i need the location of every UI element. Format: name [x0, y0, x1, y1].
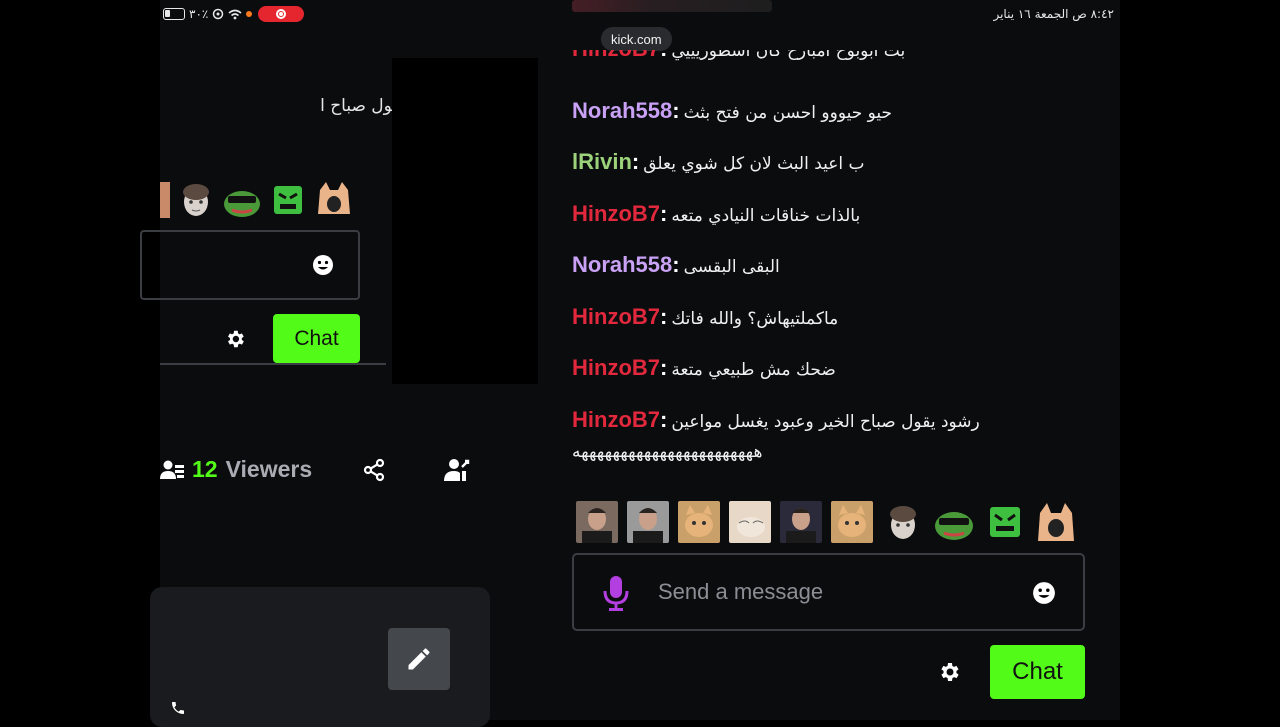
chat-username[interactable]: Norah558 — [572, 252, 672, 278]
status-datetime: ٨:٤٢ ص الجمعة ١٦ يناير — [993, 7, 1114, 21]
chat-message-text: البقى البقسى — [683, 257, 780, 277]
divider — [160, 363, 386, 365]
status-left: ٣٠٪ — [163, 7, 253, 21]
chat-colon: : — [660, 304, 668, 329]
microphone-icon[interactable] — [602, 575, 630, 611]
chat-colon: : — [672, 252, 680, 277]
chat-colon: : — [660, 407, 668, 432]
chat-message: HinzoB7: بالذات خناقات النيادي متعه — [572, 201, 1092, 227]
chat-message-text: بالذات خناقات النيادي متعه — [671, 206, 861, 226]
focus-icon — [213, 8, 224, 20]
left-emote-row — [160, 180, 354, 220]
edit-button[interactable] — [388, 628, 450, 690]
left-chat-button[interactable]: Chat — [273, 314, 360, 363]
screen-recording-indicator[interactable] — [258, 6, 304, 22]
left-message-input[interactable] — [140, 230, 360, 300]
person-emote[interactable] — [576, 501, 618, 543]
chat-message-text: حيو حيووو احسن من فتح بثث — [683, 103, 893, 123]
battery-icon — [163, 8, 185, 20]
chat-colon: : — [672, 98, 680, 123]
kitten-emote[interactable] — [729, 501, 771, 543]
chat-username[interactable]: HinzoB7 — [572, 355, 660, 381]
person-emote[interactable] — [780, 501, 822, 543]
chat-username[interactable]: HinzoB7 — [572, 407, 660, 433]
message-input[interactable] — [658, 575, 1008, 609]
chat-message: Norah558: البقى البقسى — [572, 252, 1092, 278]
chat-settings-icon[interactable] — [937, 660, 961, 684]
pop-cat-emote[interactable] — [314, 180, 354, 220]
send-chat-button[interactable]: Chat — [990, 645, 1085, 699]
chat-colon: : — [660, 355, 668, 380]
chat-message: HinzoB7: ماكملتيهاش؟ والله فاتك — [572, 304, 1092, 330]
chat-message: Norah558: حيو حيووو احسن من فتح بثث — [572, 98, 1092, 124]
url-pill[interactable]: kick.com — [601, 27, 672, 51]
emote-row — [576, 501, 1077, 543]
phone-icon[interactable] — [170, 700, 186, 716]
record-icon — [276, 9, 286, 19]
face-emote[interactable] — [178, 180, 214, 220]
partial-emote[interactable] — [160, 180, 170, 220]
emoji-picker-icon[interactable] — [1032, 581, 1056, 605]
pepe-frog-emote[interactable] — [933, 501, 975, 543]
recording-dot-icon — [246, 11, 253, 17]
viewers-count: 12 — [192, 456, 218, 482]
pepe-frog-emote[interactable] — [222, 180, 262, 220]
gear-icon[interactable] — [224, 328, 246, 350]
person-emote[interactable] — [627, 501, 669, 543]
chat-colon: : — [660, 201, 668, 226]
chat-username[interactable]: Norah558 — [572, 98, 672, 124]
smile-icon[interactable] — [312, 254, 334, 276]
chat-message-text: ضحك مش طبيعي متعة — [671, 360, 836, 380]
wifi-icon — [228, 9, 242, 19]
clipped-message-top — [572, 0, 772, 12]
user-settings-icon[interactable] — [444, 457, 470, 483]
angry-green-emote[interactable] — [984, 501, 1026, 543]
viewers-label: Viewers — [225, 456, 313, 482]
chat-message: lRivin: ب اعيد البث لان كل شوي يعلق — [572, 149, 1092, 175]
pop-cat-emote[interactable] — [1035, 501, 1077, 543]
message-input-box[interactable] — [572, 553, 1085, 631]
chat-message-continuation: هههههههههههههههههههههههه — [572, 442, 763, 462]
chat-username[interactable]: lRivin — [572, 149, 632, 175]
cat-emote[interactable] — [678, 501, 720, 543]
angry-green-emote[interactable] — [270, 180, 306, 220]
video-area — [392, 58, 538, 384]
chat-message-text: رشود يقول صباح الخير وعبود يغسل مواعين — [671, 412, 980, 432]
chat-username[interactable]: HinzoB7 — [572, 304, 660, 330]
pencil-icon — [408, 648, 430, 670]
face-emote[interactable] — [882, 501, 924, 543]
chat-colon: : — [631, 149, 640, 174]
users-icon — [160, 460, 184, 479]
chat-message: HinzoB7: رشود يقول صباح الخير وعبود يغسل … — [572, 407, 1092, 433]
chat-message: HinzoB7: ضحك مش طبيعي متعة — [572, 355, 1092, 381]
cat-emote[interactable] — [831, 501, 873, 543]
share-icon[interactable] — [362, 458, 386, 482]
chat-username[interactable]: HinzoB7 — [572, 201, 660, 227]
viewers-indicator: 12 Viewers — [160, 456, 312, 483]
battery-percent: ٣٠٪ — [189, 7, 209, 21]
chat-message-text: ب اعيد البث لان كل شوي يعلق — [643, 154, 865, 174]
chat-message-text: ماكملتيهاش؟ والله فاتك — [671, 309, 839, 329]
